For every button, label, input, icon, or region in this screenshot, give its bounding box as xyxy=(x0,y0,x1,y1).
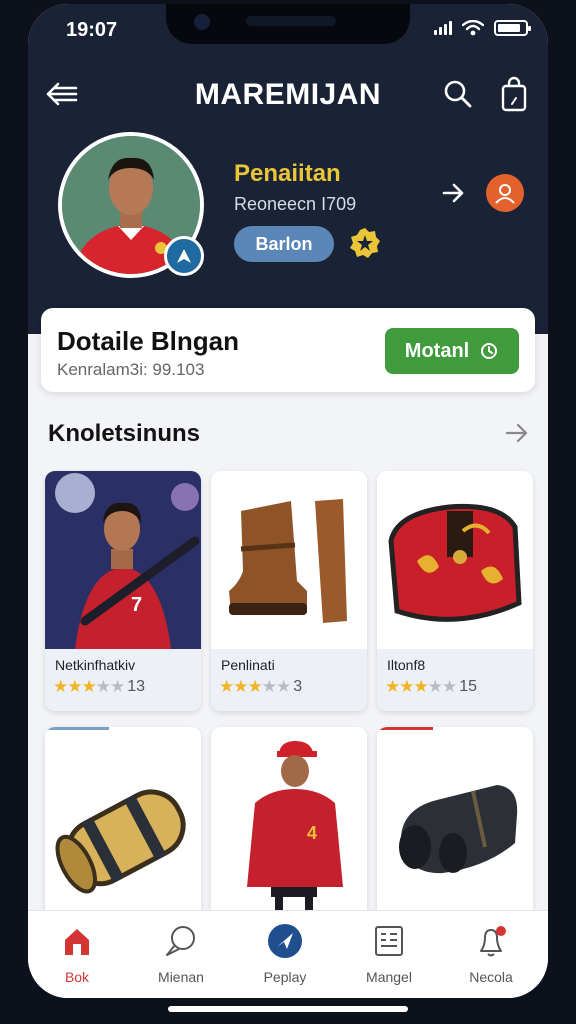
product-meta: Penlinati ★★★★★ 3 xyxy=(211,649,367,711)
svg-text:7: 7 xyxy=(131,594,142,616)
nav-label: Bok xyxy=(64,969,90,985)
user-button[interactable] xyxy=(486,174,524,212)
product-name: Penlinati xyxy=(221,657,275,673)
product-image xyxy=(211,471,367,649)
product-meta: Netkinfhatkiv ★★★★★ 13 xyxy=(45,649,201,711)
summary-button-label: Motanl xyxy=(404,339,470,362)
nav-label: Peplay xyxy=(263,969,307,985)
product-name: Netkinfhatkiv xyxy=(55,657,136,673)
shopping-bag-icon xyxy=(501,76,527,112)
star-badge-icon xyxy=(350,228,380,258)
user-icon xyxy=(495,184,515,204)
rating-stars: ★★★★★ xyxy=(219,677,291,696)
product-rating: ★★★★★ 15 xyxy=(385,677,477,697)
home-indicator[interactable] xyxy=(168,1006,408,1012)
wifi-icon xyxy=(462,20,484,36)
product-rating: ★★★★★ 3 xyxy=(219,677,302,697)
product-image xyxy=(377,471,533,649)
summary-card: Dotaile Blngan Kenralam3i: 99.103 Motanl xyxy=(41,308,535,392)
chat-icon xyxy=(166,926,195,956)
star-badge xyxy=(348,226,382,260)
nav-item-notifications[interactable]: Necola xyxy=(446,921,536,991)
document-icon xyxy=(375,926,403,956)
summary-title: Dotaile Blngan xyxy=(57,326,240,356)
product-meta: Iltonf8 ★★★★★ 15 xyxy=(377,649,533,711)
arrow-right-icon xyxy=(442,183,464,203)
verified-badge xyxy=(164,236,204,276)
profile-action-button[interactable]: Barlon xyxy=(234,226,334,262)
nav-item-documents[interactable]: Mangel xyxy=(344,921,434,991)
product-name: Iltonf8 xyxy=(387,657,426,673)
rating-count: 15 xyxy=(459,678,478,695)
rating-stars: ★★★★★ xyxy=(385,677,457,696)
arrow-right-icon xyxy=(505,423,528,443)
product-image: 4 xyxy=(211,727,367,927)
nav-item-chat[interactable]: Mienan xyxy=(136,921,226,991)
navigate-icon xyxy=(268,924,302,958)
refresh-icon xyxy=(481,343,498,359)
bell-icon xyxy=(480,926,506,957)
product-image xyxy=(377,727,533,927)
search-button[interactable] xyxy=(438,74,478,114)
product-image: 7 xyxy=(45,471,201,649)
battery-icon xyxy=(494,20,531,36)
product-rating: ★★★★★ 13 xyxy=(53,677,145,697)
notch xyxy=(166,4,410,44)
profile-name: Penaiitan xyxy=(234,160,341,187)
profile-header: 19:07 MAREMIJAN Penaiitan Reoneecn I709 … xyxy=(28,4,548,334)
cart-button[interactable] xyxy=(494,74,534,114)
nav-label: Necola xyxy=(469,969,513,985)
product-card[interactable] xyxy=(45,727,201,927)
nav-item-home[interactable]: Bok xyxy=(32,921,122,991)
nav-label: Mienan xyxy=(158,969,204,985)
profile-subtitle: Reoneecn I709 xyxy=(234,194,357,214)
app-screen: 19:07 MAREMIJAN Penaiitan Reoneecn I709 … xyxy=(28,4,548,998)
section-see-all-button[interactable] xyxy=(502,418,532,448)
forward-button[interactable] xyxy=(436,176,470,210)
product-card[interactable]: 4 xyxy=(211,727,367,927)
status-time: 19:07 xyxy=(66,19,118,41)
phone-frame: 19:07 MAREMIJAN Penaiitan Reoneecn I709 … xyxy=(0,0,576,1024)
nav-item-explore[interactable]: Peplay xyxy=(240,921,330,991)
summary-subtitle: Kenralam3i: 99.103 xyxy=(57,360,205,379)
rating-stars: ★★★★★ xyxy=(53,677,125,696)
status-icons xyxy=(434,20,531,36)
svg-text:4: 4 xyxy=(307,823,317,843)
top-bar: MAREMIJAN xyxy=(28,72,548,116)
camera xyxy=(194,14,210,30)
home-icon xyxy=(65,929,89,955)
search-icon xyxy=(444,80,472,108)
summary-action-button[interactable]: Motanl xyxy=(385,328,519,374)
section-title: Knoletsinuns xyxy=(48,420,201,447)
speaker xyxy=(246,16,336,26)
product-image xyxy=(45,727,201,927)
rating-count: 13 xyxy=(127,678,146,695)
product-card[interactable]: 7 Netkinfhatkiv ★★★★★ 13 xyxy=(45,471,201,711)
product-card[interactable]: Penlinati ★★★★★ 3 xyxy=(211,471,367,711)
rating-count: 3 xyxy=(293,678,303,695)
nav-label: Mangel xyxy=(366,969,412,985)
product-card[interactable] xyxy=(377,727,533,927)
signal-icon xyxy=(434,21,452,35)
navigate-icon xyxy=(177,249,191,263)
product-card[interactable]: Iltonf8 ★★★★★ 15 xyxy=(377,471,533,711)
bottom-nav: Bok Mienan Peplay Mangel Necola xyxy=(28,910,548,998)
